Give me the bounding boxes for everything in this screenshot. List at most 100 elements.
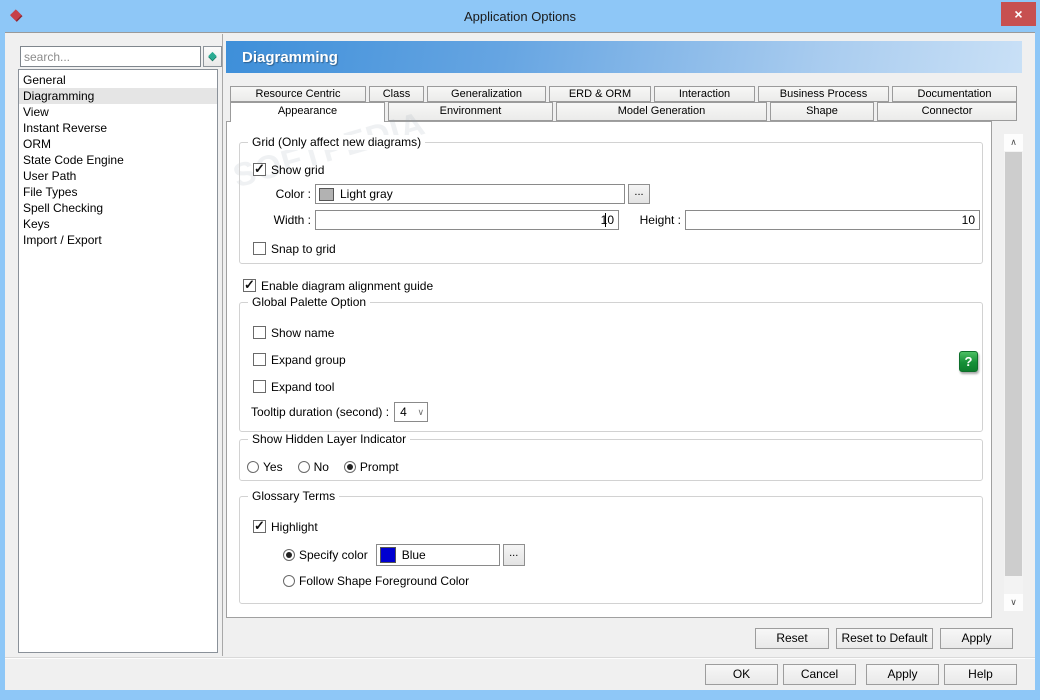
- expand-group-checkbox[interactable]: [253, 353, 266, 366]
- tooltip-duration-label: Tooltip duration (second) :: [251, 405, 390, 419]
- glossary-color-swatch: [379, 547, 396, 563]
- footer-separator: [5, 657, 1035, 659]
- cancel-button[interactable]: Cancel: [783, 664, 856, 685]
- scrollbar-thumb[interactable]: [1005, 152, 1022, 576]
- tab-connector[interactable]: Connector: [877, 102, 1017, 121]
- sidebar-item-keys[interactable]: Keys: [19, 216, 217, 232]
- scroll-up-icon: ∧: [1010, 137, 1017, 147]
- tab-resource-centric[interactable]: Resource Centric: [230, 86, 366, 102]
- reset-button[interactable]: Reset: [755, 628, 829, 649]
- close-button[interactable]: ×: [1001, 2, 1036, 26]
- glossary-legend: Glossary Terms: [248, 489, 340, 504]
- sidebar-item-orm[interactable]: ORM: [19, 136, 217, 152]
- reset-to-default-button[interactable]: Reset to Default: [836, 628, 933, 649]
- scroll-up-button[interactable]: ∧: [1004, 134, 1023, 151]
- follow-color-row: Follow Shape Foreground Color: [283, 574, 469, 588]
- tab-row-1: Resource Centric Class Generalization ER…: [230, 86, 1020, 102]
- tab-shape[interactable]: Shape: [770, 102, 874, 121]
- help-button[interactable]: Help: [944, 664, 1017, 685]
- expand-group-label: Expand group: [271, 353, 346, 367]
- page-title: Diagramming: [242, 48, 338, 66]
- tab-business-process[interactable]: Business Process: [758, 86, 889, 102]
- hidden-layer-yes-label: Yes: [263, 460, 283, 474]
- tab-documentation[interactable]: Documentation: [892, 86, 1017, 102]
- application-options-window: ◆ Application Options × ◆ General Diagra…: [0, 0, 1040, 700]
- ok-button[interactable]: OK: [705, 664, 778, 685]
- glossary-color-combo[interactable]: Blue: [375, 544, 500, 566]
- tab-class[interactable]: Class: [369, 86, 424, 102]
- sidebar-item-spell-checking[interactable]: Spell Checking: [19, 200, 217, 216]
- palette-group-legend: Global Palette Option: [248, 295, 371, 310]
- grid-size-row: Width : Height :: [247, 210, 980, 230]
- hidden-layer-no-label: No: [313, 460, 329, 474]
- hidden-layer-options-row: Yes No Prompt: [247, 460, 399, 474]
- panel-apply-button[interactable]: Apply: [940, 628, 1013, 649]
- grid-color-label: Color :: [275, 187, 311, 201]
- hidden-layer-prompt-label: Prompt: [359, 460, 399, 474]
- grid-color-row: Color : Light gray ...: [247, 184, 650, 204]
- close-icon: ×: [1014, 6, 1023, 22]
- grid-color-browse-button[interactable]: ...: [628, 184, 650, 204]
- tab-generalization[interactable]: Generalization: [427, 86, 546, 102]
- grid-color-combo[interactable]: Light gray: [315, 184, 625, 204]
- help-icon[interactable]: ?: [959, 351, 978, 372]
- scrollbar: ∧ ∨: [1004, 134, 1023, 611]
- highlight-checkbox[interactable]: [253, 518, 266, 534]
- follow-foreground-radio[interactable]: [283, 575, 295, 587]
- scroll-down-icon: ∨: [1010, 597, 1017, 607]
- grid-color-value: Light gray: [340, 187, 393, 201]
- specify-color-row: Specify color Blue ...: [283, 544, 525, 566]
- tab-erd-orm[interactable]: ERD & ORM: [549, 86, 651, 102]
- dialog-apply-button[interactable]: Apply: [866, 664, 939, 685]
- text-caret: [605, 213, 606, 227]
- search-gem-icon: ◆: [208, 50, 217, 62]
- show-grid-checkbox[interactable]: [253, 161, 266, 177]
- glossary-color-value: Blue: [401, 548, 426, 562]
- specify-color-label: Specify color: [299, 548, 368, 562]
- search-button[interactable]: ◆: [203, 46, 222, 67]
- glossary-color-browse-button[interactable]: ...: [502, 544, 525, 566]
- sidebar-item-diagramming[interactable]: Diagramming: [19, 88, 217, 104]
- chevron-down-icon: ∨: [417, 406, 425, 417]
- hidden-layer-prompt-radio[interactable]: [343, 461, 356, 473]
- sidebar-item-instant-reverse[interactable]: Instant Reverse: [19, 120, 217, 136]
- sidebar-item-import-export[interactable]: Import / Export: [19, 232, 217, 248]
- tab-row-2: Appearance Environment Model Generation …: [230, 102, 1020, 122]
- alignment-guide-label: Enable diagram alignment guide: [261, 279, 434, 293]
- scroll-down-button[interactable]: ∨: [1004, 594, 1023, 611]
- alignment-guide-checkbox[interactable]: [243, 277, 256, 293]
- tab-environment[interactable]: Environment: [388, 102, 553, 121]
- show-grid-label: Show grid: [271, 163, 325, 177]
- sidebar-item-state-code-engine[interactable]: State Code Engine: [19, 152, 217, 168]
- window-title: Application Options: [463, 8, 576, 24]
- grid-height-label: Height :: [639, 213, 681, 227]
- show-name-label: Show name: [271, 326, 335, 340]
- hidden-layer-no-radio[interactable]: [297, 461, 310, 473]
- specify-color-radio[interactable]: [283, 549, 295, 561]
- show-name-checkbox[interactable]: [253, 326, 266, 339]
- snap-to-grid-checkbox[interactable]: [253, 242, 266, 255]
- grid-width-input[interactable]: [315, 210, 619, 230]
- sidebar-item-file-types[interactable]: File Types: [19, 184, 217, 200]
- tab-model-generation[interactable]: Model Generation: [556, 102, 767, 121]
- hidden-layer-legend: Show Hidden Layer Indicator: [248, 432, 411, 447]
- sidebar-item-general[interactable]: General: [19, 72, 217, 88]
- tooltip-duration-value: 4: [400, 405, 407, 419]
- sidebar-item-user-path[interactable]: User Path: [19, 168, 217, 184]
- dialog-body: ◆ General Diagramming View Instant Rever…: [5, 32, 1035, 690]
- grid-height-input[interactable]: [685, 210, 980, 230]
- tab-appearance[interactable]: Appearance: [230, 102, 385, 122]
- hidden-layer-yes-radio[interactable]: [247, 461, 259, 473]
- tab-interaction[interactable]: Interaction: [654, 86, 755, 102]
- appearance-tab-content: SOFTPEDIA Grid (Only affect new diagrams…: [226, 104, 992, 618]
- app-logo-icon: ◆: [10, 6, 22, 23]
- tooltip-duration-dropdown[interactable]: 4 ∨: [394, 402, 429, 422]
- expand-tool-checkbox[interactable]: [253, 380, 266, 393]
- title-bar: ◆ Application Options ×: [0, 0, 1040, 32]
- category-list: General Diagramming View Instant Reverse…: [18, 69, 218, 653]
- search-input[interactable]: [20, 46, 201, 67]
- grid-group-legend: Grid (Only affect new diagrams): [248, 135, 426, 150]
- expand-tool-label: Expand tool: [271, 380, 335, 394]
- grid-color-swatch: [319, 187, 334, 201]
- sidebar-item-view[interactable]: View: [19, 104, 217, 120]
